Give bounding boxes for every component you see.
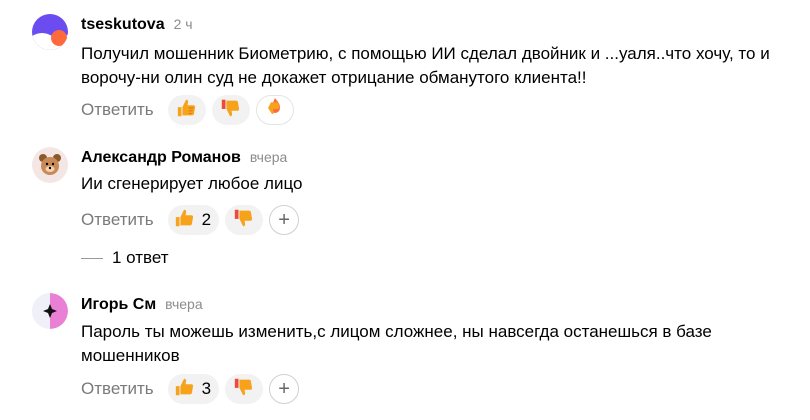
thumbs-up-icon — [174, 376, 196, 403]
divider — [81, 257, 103, 259]
reply-button[interactable]: Ответить — [81, 100, 154, 120]
avatar[interactable] — [32, 14, 68, 50]
comment-text: Получил мошенник Биометрию, с помощью ИИ… — [81, 44, 770, 87]
replies-count[interactable]: 1 ответ — [112, 248, 169, 268]
author-name[interactable]: tseskutova 2 ч — [81, 16, 193, 34]
reaction-fire-button[interactable] — [255, 95, 294, 125]
like-count: 3 — [201, 379, 212, 398]
dislike-button[interactable] — [225, 205, 264, 235]
timestamp: вчера — [165, 296, 203, 312]
timestamp: вчера — [249, 149, 288, 165]
show-replies-button[interactable]: 1 ответ — [81, 248, 169, 268]
like-count: 2 — [201, 210, 212, 229]
dislike-button[interactable] — [225, 374, 264, 404]
thumbs-down-fire-icon — [263, 96, 287, 125]
dislike-button[interactable] — [211, 95, 250, 125]
like-button[interactable]: 2 — [167, 205, 220, 235]
like-button[interactable] — [167, 95, 206, 125]
avatar[interactable] — [32, 293, 68, 329]
plus-icon: + — [278, 208, 290, 231]
comment-actions: Ответить 2 + — [81, 204, 300, 236]
reply-button[interactable]: Ответить — [81, 379, 154, 399]
comment-actions: Ответить — [81, 94, 300, 126]
comment-actions: Ответить 3 + — [81, 373, 300, 405]
author-name-text[interactable]: Александр Романов — [81, 149, 241, 166]
reply-button[interactable]: Ответить — [81, 210, 154, 230]
thumbs-up-icon — [174, 207, 196, 234]
author-name-text[interactable]: tseskutova — [81, 16, 165, 33]
avatar[interactable] — [32, 147, 68, 183]
add-reaction-button[interactable]: + — [269, 205, 300, 235]
thumbs-down-icon — [233, 376, 255, 403]
timestamp: 2 ч — [173, 16, 193, 32]
plus-icon: + — [278, 377, 290, 400]
thumbs-up-icon — [176, 97, 198, 124]
author-name[interactable]: Игорь См вчера — [81, 296, 203, 314]
like-button[interactable]: 3 — [167, 374, 220, 404]
comment-text: Пароль ты можешь изменить,с лицом сложне… — [81, 322, 712, 365]
thumbs-down-icon — [233, 207, 255, 234]
comment-text: Ии сгенерирует любое лицо — [81, 174, 303, 193]
author-name[interactable]: Александр Романов вчера — [81, 149, 287, 167]
add-reaction-button[interactable]: + — [269, 374, 300, 404]
thumbs-down-icon — [220, 97, 242, 124]
author-name-text[interactable]: Игорь См — [81, 296, 156, 313]
